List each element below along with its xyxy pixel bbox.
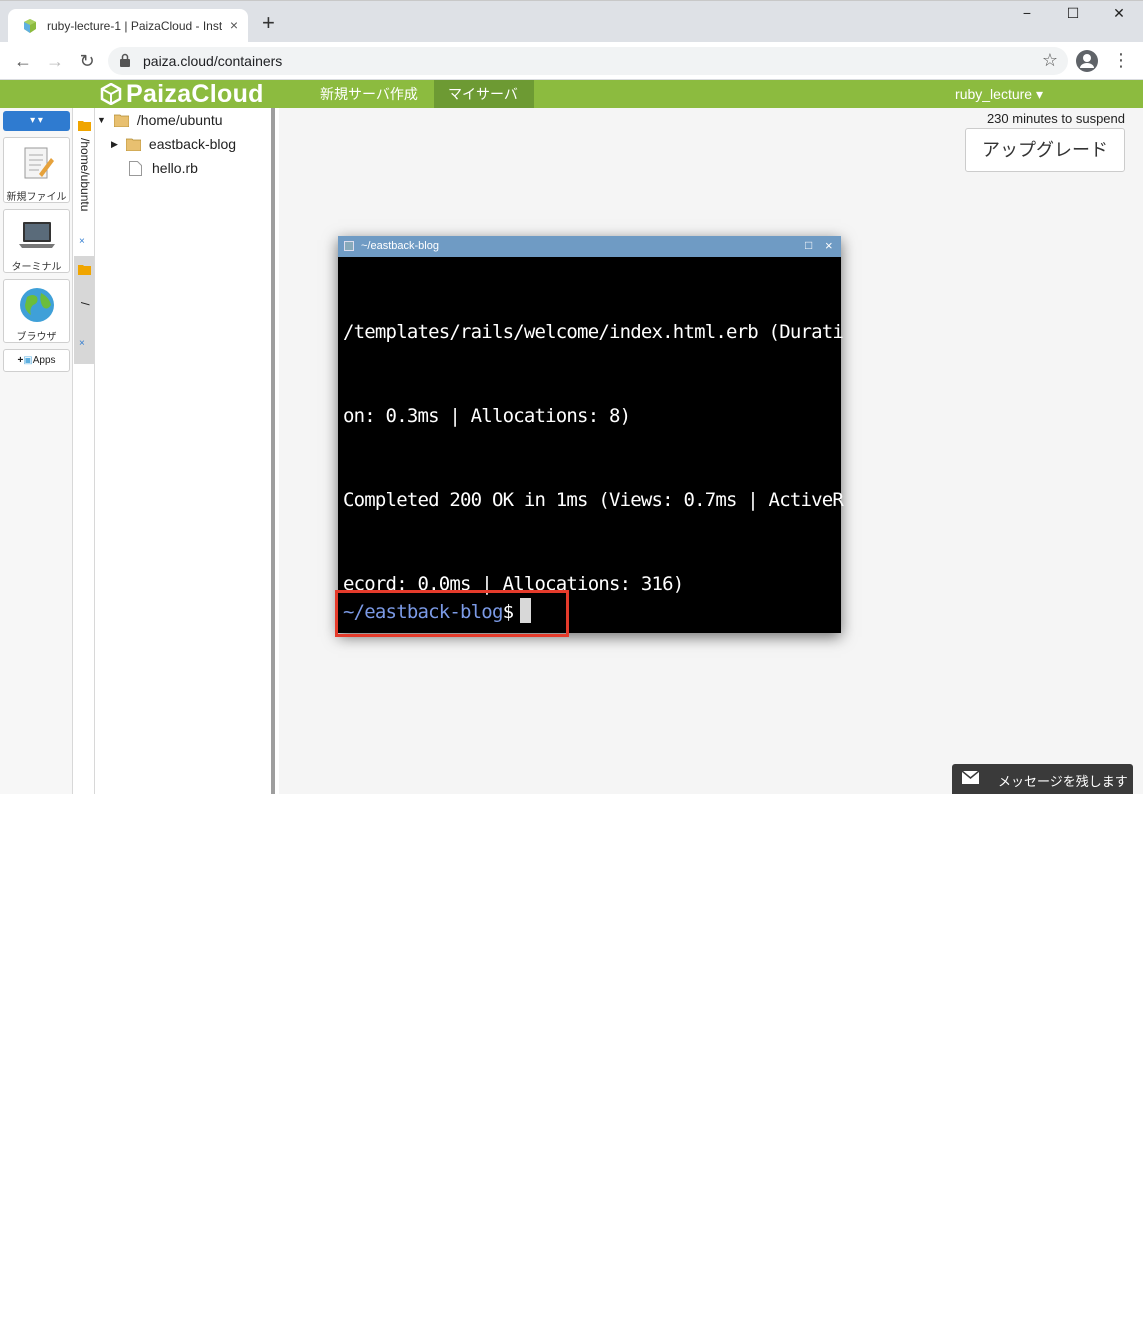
apps-button[interactable]: +▣Apps bbox=[3, 349, 70, 372]
envelope-icon bbox=[962, 771, 979, 784]
tree-folder-label: eastback-blog bbox=[148, 136, 237, 152]
new-file-icon bbox=[24, 147, 54, 179]
terminal-line: - Goodbye! bbox=[343, 1161, 450, 1183]
folder-open-icon bbox=[113, 114, 129, 127]
tree-file[interactable]: hello.rb bbox=[129, 160, 198, 176]
terminal-line: /templates/rails/welcome/index.html.erb … bbox=[343, 321, 844, 343]
browser-label: ブラウザ bbox=[16, 332, 57, 343]
paiza-logo[interactable]: PaizaCloud bbox=[100, 80, 264, 108]
tab-title: ruby-lecture-1 | PaizaCloud - Inst bbox=[47, 19, 222, 33]
tree-file-label: hello.rb bbox=[152, 160, 198, 176]
tab-close-icon[interactable]: × bbox=[230, 17, 238, 33]
tree-root-label: /home/ubuntu bbox=[136, 112, 223, 128]
terminal-line: ^C- Gracefully stopping, waiting for req… bbox=[343, 825, 844, 847]
window-close-button[interactable]: ✕ bbox=[1096, 5, 1142, 22]
terminal-window[interactable]: ~/eastback-blog □ × /templates/rails/wel… bbox=[338, 236, 844, 1267]
vertical-tabs: /home/ubuntu × / × bbox=[73, 108, 95, 794]
paiza-favicon-icon bbox=[24, 19, 36, 33]
logo-text: PaizaCloud bbox=[126, 79, 264, 108]
globe-icon bbox=[19, 288, 54, 322]
lock-icon bbox=[120, 53, 130, 67]
terminal-title: ~/eastback-blog bbox=[361, 240, 439, 252]
prompt-highlight-box bbox=[335, 590, 569, 637]
terminal-output[interactable]: /templates/rails/welcome/index.html.erb … bbox=[343, 262, 844, 1326]
terminal-line: Exiting bbox=[343, 1245, 418, 1267]
user-menu[interactable]: ruby_lecture ▾ bbox=[955, 80, 1043, 108]
folder-icon bbox=[125, 138, 141, 151]
nav-my-server[interactable]: マイサーバ bbox=[434, 80, 534, 108]
terminal-titlebar[interactable]: ~/eastback-blog □ × bbox=[338, 236, 841, 257]
maximize-button[interactable]: ☐ bbox=[1050, 5, 1096, 22]
file-icon bbox=[129, 160, 142, 176]
laptop-icon bbox=[18, 222, 55, 248]
browser-tabstrip: ruby-lecture-1 | PaizaCloud - Inst × + −… bbox=[0, 0, 1143, 43]
vtab-label: /home/ubuntu bbox=[78, 138, 92, 212]
terminal-button[interactable]: ターミナル bbox=[3, 209, 70, 273]
terminal-line: = bbox=[343, 1077, 354, 1099]
new-file-button[interactable]: 新規ファイル bbox=[3, 137, 70, 203]
profile-avatar-icon[interactable] bbox=[1076, 50, 1098, 72]
minimize-button[interactable]: − bbox=[1004, 5, 1050, 21]
message-widget[interactable]: メッセージを残します bbox=[952, 764, 1133, 794]
menu-dropdown-button[interactable]: ▾ ▾ bbox=[3, 111, 70, 131]
vtab-root[interactable]: / × bbox=[74, 256, 94, 364]
message-label: メッセージを残します bbox=[998, 774, 1128, 789]
apps-cube-icon: ▣ bbox=[23, 355, 33, 366]
expand-right-icon: ▶ bbox=[111, 138, 118, 149]
folder-icon bbox=[78, 265, 91, 275]
terminal-line: === puma shutdown: 2021-01-29 08:19:29 +… bbox=[343, 993, 844, 1015]
terminal-close-icon[interactable]: × bbox=[825, 238, 833, 253]
vtab-label: / bbox=[78, 302, 92, 306]
tree-root[interactable]: ▼ /home/ubuntu bbox=[97, 112, 223, 128]
reload-icon[interactable]: ↻ bbox=[76, 51, 98, 72]
browser-tab[interactable]: ruby-lecture-1 | PaizaCloud - Inst × bbox=[8, 9, 248, 43]
terminal-line: Completed 200 OK in 1ms (Views: 0.7ms | … bbox=[343, 489, 844, 511]
vtab-home-ubuntu[interactable]: /home/ubuntu × bbox=[74, 116, 94, 252]
browser-menu-icon[interactable]: ⋮ bbox=[1112, 50, 1130, 71]
vtab-close-icon[interactable]: × bbox=[79, 236, 85, 247]
folder-icon bbox=[78, 121, 91, 131]
terminal-label: ターミナル bbox=[11, 262, 62, 273]
terminal-maximize-icon[interactable]: □ bbox=[805, 238, 812, 252]
new-file-label: 新規ファイル bbox=[6, 192, 67, 203]
browser-toolbar: ← → ↻ paiza.cloud/containers ☆ ⋮ bbox=[0, 42, 1143, 80]
left-toolbar: ▾ ▾ 新規ファイル ターミナル ブラウザ +▣Apps bbox=[0, 108, 73, 794]
terminal-line: on: 0.3ms | Allocations: 8) bbox=[343, 405, 631, 427]
new-tab-button[interactable]: + bbox=[262, 12, 275, 34]
bookmark-star-icon[interactable]: ☆ bbox=[1042, 50, 1058, 71]
nav-new-server[interactable]: 新規サーバ作成 bbox=[306, 80, 432, 108]
file-tree: ▼ /home/ubuntu ▶ eastback-blog hello.rb bbox=[95, 108, 275, 794]
terminal-line: o finish bbox=[343, 909, 429, 931]
url-text: paiza.cloud/containers bbox=[143, 53, 283, 69]
address-bar[interactable]: paiza.cloud/containers ☆ bbox=[108, 47, 1068, 75]
paiza-cube-icon bbox=[100, 83, 122, 105]
paiza-header: PaizaCloud 新規サーバ作成 マイサーバ ruby_lecture ▾ bbox=[0, 80, 1143, 108]
back-arrow-icon[interactable]: ← bbox=[12, 51, 34, 72]
vtab-close-icon[interactable]: × bbox=[79, 338, 85, 349]
suspend-timer: 230 minutes to suspend bbox=[986, 111, 1125, 126]
tree-folder[interactable]: ▶ eastback-blog bbox=[111, 136, 236, 152]
upgrade-button[interactable]: アップグレード bbox=[965, 128, 1125, 172]
forward-arrow-icon[interactable]: → bbox=[44, 51, 66, 72]
expand-down-icon: ▼ bbox=[97, 115, 106, 125]
apps-label: Apps bbox=[32, 355, 56, 366]
browser-button[interactable]: ブラウザ bbox=[3, 279, 70, 343]
terminal-window-icon bbox=[344, 241, 354, 251]
